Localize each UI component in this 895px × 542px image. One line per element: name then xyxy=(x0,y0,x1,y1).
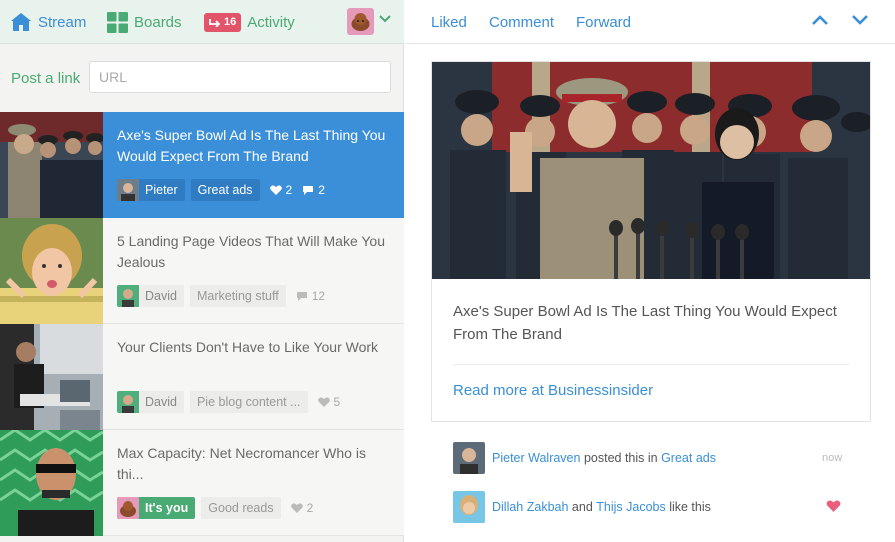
thumbnail-image xyxy=(0,430,103,536)
post-link-bar: Post a link xyxy=(0,44,404,112)
board-chip[interactable]: Marketing stuff xyxy=(189,285,286,307)
likes-count: 2 xyxy=(285,183,293,197)
comments-count: 2 xyxy=(318,183,325,197)
stream-item[interactable]: Max Capacity: Net Necromancer Who is thi… xyxy=(0,430,404,536)
comment-button[interactable]: Comment xyxy=(489,0,554,44)
return-arrow-icon xyxy=(209,19,221,27)
activity-actor-link[interactable]: Pieter Walraven xyxy=(492,451,580,465)
post-link-label: Post a link xyxy=(11,69,81,87)
stream-item-title: Max Capacity: Net Necromancer Who is thi… xyxy=(117,445,366,482)
stream-item-title: Your Clients Don't Have to Like Your Wor… xyxy=(117,339,379,355)
home-icon xyxy=(11,13,31,31)
avatar xyxy=(453,491,485,523)
comments-count: 12 xyxy=(311,289,326,303)
main-nav: Stream Boards 16 Activity xyxy=(0,0,404,44)
stream-item[interactable]: Your Clients Don't Have to Like Your Wor… xyxy=(0,324,404,430)
stream-item[interactable]: 5 Landing Page Videos That Will Make You… xyxy=(0,218,404,324)
activity-text: posted this in xyxy=(580,451,662,465)
user-name: Pieter xyxy=(145,183,178,197)
heart-icon xyxy=(269,184,282,195)
chevron-up-icon[interactable] xyxy=(811,13,829,27)
stream-item-title: Axe's Super Bowl Ad Is The Last Thing Yo… xyxy=(117,127,386,164)
likes-stat: 2 xyxy=(269,183,293,197)
activity-actor-link[interactable]: Thijs Jacobs xyxy=(596,500,665,514)
user-chip[interactable]: David xyxy=(117,391,184,413)
read-more-link[interactable]: Read more at Businessinsider xyxy=(453,382,653,399)
activity-badge: 16 xyxy=(204,12,242,32)
comments-stat: 2 xyxy=(302,183,325,197)
likes-count: 2 xyxy=(306,501,314,515)
stream-pane: Stream Boards 16 Activity Post a link UR… xyxy=(0,0,404,542)
thumbnail-image xyxy=(0,324,103,430)
thumbnail-image xyxy=(0,112,103,218)
article-image xyxy=(432,62,870,279)
activity-actor-link[interactable]: Dillah Zakbah xyxy=(492,500,568,514)
divider xyxy=(453,364,849,365)
heart-icon xyxy=(826,500,841,512)
activity-row-liked: Dillah Zakbah and Thijs Jacobs like this xyxy=(453,491,853,523)
stream-item-meta: David Marketing stuff 12 xyxy=(117,285,325,307)
user-name: David xyxy=(145,289,177,303)
nav-stream[interactable]: Stream xyxy=(10,0,86,44)
board-chip[interactable]: Good reads xyxy=(201,497,281,519)
avatar-face-icon xyxy=(351,13,370,31)
board-chip[interactable]: Great ads xyxy=(190,179,260,201)
chevron-down-icon[interactable] xyxy=(851,13,869,27)
heart-icon xyxy=(290,502,303,513)
avatar xyxy=(117,179,139,201)
grid-icon xyxy=(107,11,128,33)
nav-stream-label: Stream xyxy=(38,13,87,31)
activity-row-posted: Pieter Walraven posted this in Great ads xyxy=(453,442,853,474)
thumbnail-image xyxy=(0,218,103,324)
stream-item-meta: Pieter Great ads 2 2 xyxy=(117,179,325,201)
stream-item[interactable]: Axe's Super Bowl Ad Is The Last Thing Yo… xyxy=(0,112,404,218)
chevron-down-icon[interactable] xyxy=(379,15,391,23)
liked-button[interactable]: Liked xyxy=(431,0,467,44)
stream-item-title: 5 Landing Page Videos That Will Make You… xyxy=(117,233,386,270)
activity-text: and xyxy=(568,500,597,514)
nav-boards[interactable]: Boards xyxy=(107,0,182,44)
user-chip[interactable]: Pieter xyxy=(117,179,185,201)
likes-stat: 2 xyxy=(290,501,314,515)
user-avatar[interactable] xyxy=(347,8,374,35)
comment-icon xyxy=(296,291,307,301)
heart-icon xyxy=(317,396,330,407)
avatar xyxy=(117,497,139,519)
avatar xyxy=(117,391,139,413)
user-name: David xyxy=(145,395,177,409)
avatar xyxy=(117,285,139,307)
nav-activity[interactable]: 16 Activity xyxy=(204,0,295,44)
activity-time: now xyxy=(822,452,843,464)
user-name: It's you xyxy=(145,501,189,515)
nav-activity-label: Activity xyxy=(247,13,295,31)
activity-count: 16 xyxy=(224,16,237,28)
detail-toolbar: Liked Comment Forward xyxy=(405,0,895,44)
board-chip[interactable]: Pie blog content ... xyxy=(189,391,308,413)
detail-card: Axe's Super Bowl Ad Is The Last Thing Yo… xyxy=(431,61,871,422)
user-chip[interactable]: It's you xyxy=(117,497,196,519)
comments-stat: 12 xyxy=(296,289,325,303)
url-input[interactable] xyxy=(89,61,391,93)
user-chip[interactable]: David xyxy=(117,285,184,307)
avatar xyxy=(453,442,485,474)
stream-item-meta: It's you Good reads 2 xyxy=(117,497,313,519)
forward-button[interactable]: Forward xyxy=(576,0,631,44)
likes-stat: 5 xyxy=(317,395,341,409)
comment-icon xyxy=(303,185,314,195)
likes-count: 5 xyxy=(333,395,341,409)
article-title: Axe's Super Bowl Ad Is The Last Thing Yo… xyxy=(453,303,837,343)
stream-item-meta: David Pie blog content ... 5 xyxy=(117,391,340,413)
activity-board-link[interactable]: Great ads xyxy=(661,451,716,465)
stream-list: Axe's Super Bowl Ad Is The Last Thing Yo… xyxy=(0,112,404,536)
nav-boards-label: Boards xyxy=(134,13,182,31)
activity-text: like this xyxy=(665,500,711,514)
